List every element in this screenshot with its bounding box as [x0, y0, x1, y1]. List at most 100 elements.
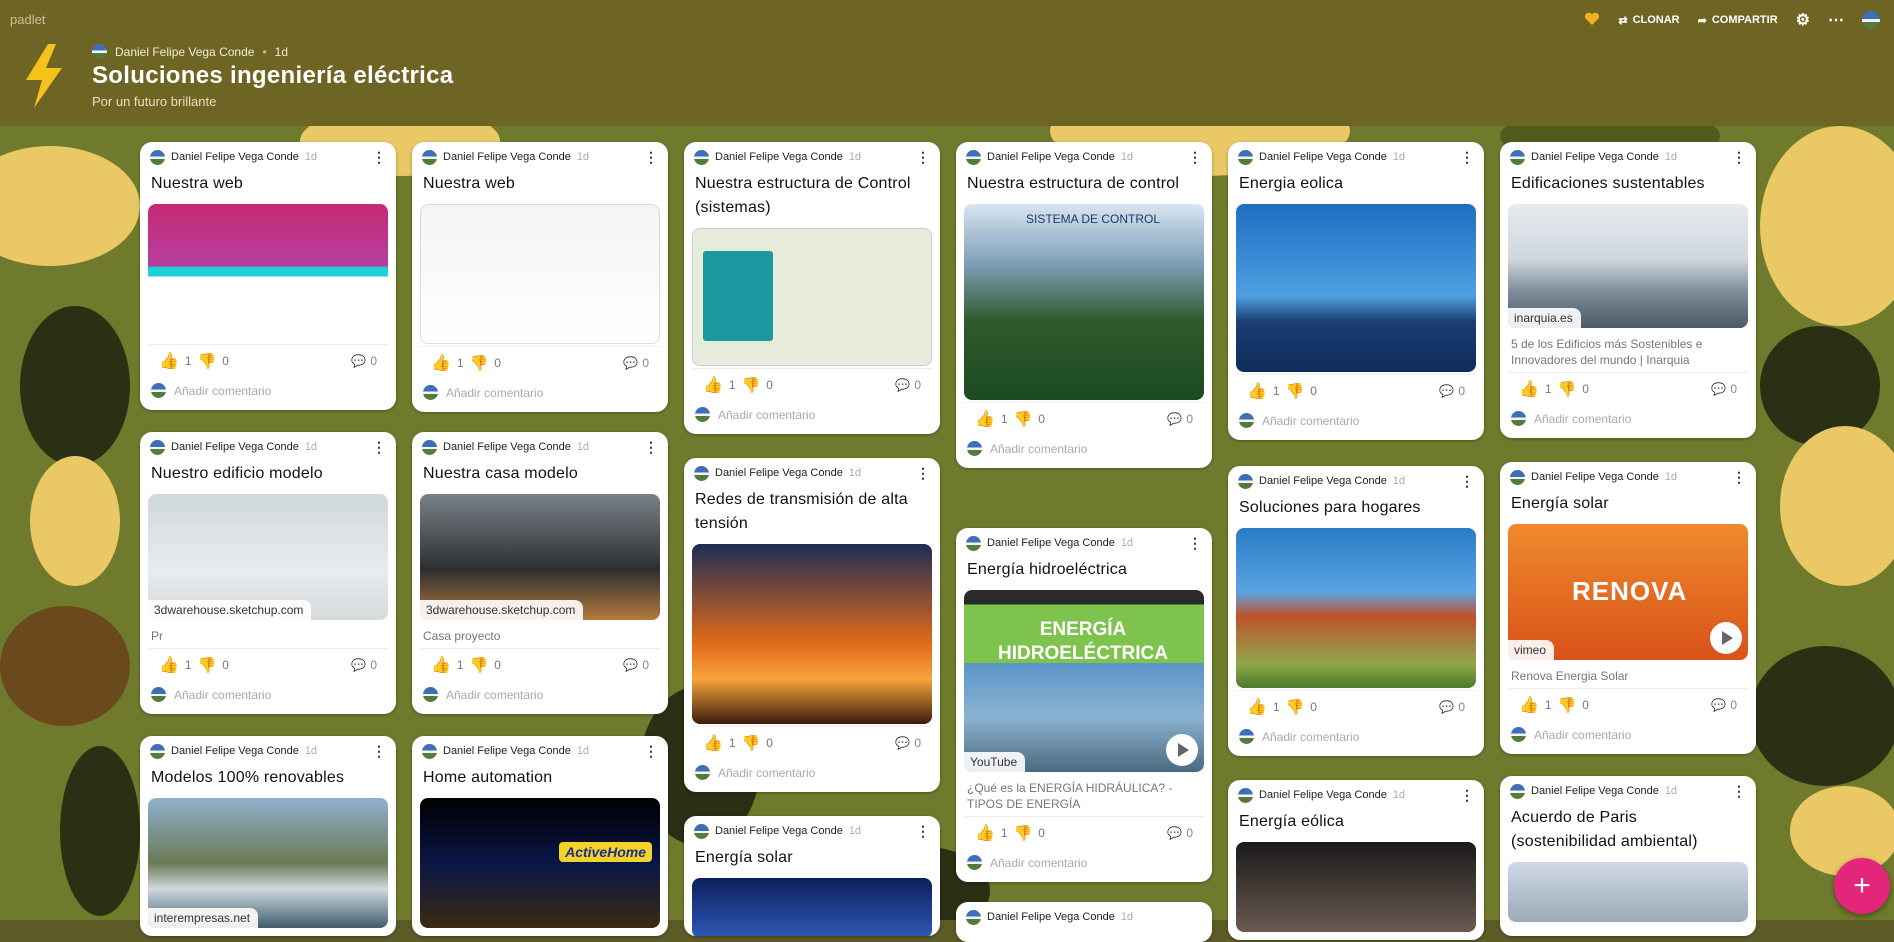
post-card[interactable]: Daniel Felipe Vega Conde 1d ⋮ Energía so… [684, 816, 940, 936]
post-image[interactable]: SISTEMA DE CONTROL [964, 204, 1204, 400]
thumbs-up-icon[interactable]: 👍 [1519, 695, 1539, 715]
play-icon[interactable] [1166, 734, 1198, 766]
play-icon[interactable] [1710, 622, 1742, 654]
post-card[interactable]: Daniel Felipe Vega Conde 1d ⋮ Energía hi… [956, 528, 1212, 882]
post-image[interactable] [1236, 204, 1476, 372]
post-menu-icon[interactable]: ⋮ [644, 439, 658, 456]
post-card[interactable]: Daniel Felipe Vega Conde 1d ⋮ Redes de t… [684, 458, 940, 792]
thumbs-down-icon[interactable]: 👎 [1014, 824, 1033, 842]
post-card[interactable]: Daniel Felipe Vega Conde 1d ⋮ Energía eó… [1228, 780, 1484, 940]
thumbs-up-icon[interactable]: 👍 [703, 733, 723, 753]
share-button[interactable]: ➦ COMPARTIR [1698, 14, 1778, 27]
add-comment-row[interactable]: Añadir comentario [684, 401, 940, 434]
thumbs-up-icon[interactable]: 👍 [159, 351, 179, 371]
post-menu-icon[interactable]: ⋮ [1460, 149, 1474, 166]
add-comment-row[interactable]: Añadir comentario [1500, 721, 1756, 754]
post-image[interactable]: ENERGÍA HIDROELÉCTRICA YouTube [964, 590, 1204, 772]
thumbs-up-icon[interactable]: 👍 [1247, 697, 1267, 717]
post-menu-icon[interactable]: ⋮ [372, 149, 386, 166]
thumbs-down-icon[interactable]: 👎 [470, 354, 489, 372]
thumbs-up-icon[interactable]: 👍 [975, 409, 995, 429]
post-card[interactable]: Daniel Felipe Vega Conde 1d ⋮ Acuerdo de… [1500, 776, 1756, 936]
post-image[interactable]: 3dwarehouse.sketchup.com [420, 494, 660, 620]
post-menu-icon[interactable]: ⋮ [372, 439, 386, 456]
thumbs-down-icon[interactable]: 👎 [1558, 696, 1577, 714]
post-image[interactable]: RENOVA vimeo [1508, 524, 1748, 660]
post-menu-icon[interactable]: ⋮ [1732, 783, 1746, 800]
post-image[interactable] [1236, 842, 1476, 932]
post-card[interactable]: Daniel Felipe Vega Conde 1d ⋮ Nuestro ed… [140, 432, 396, 714]
post-image[interactable] [420, 204, 660, 344]
post-menu-icon[interactable]: ⋮ [1732, 149, 1746, 166]
add-comment-row[interactable]: Añadir comentario [684, 759, 940, 792]
settings-icon[interactable]: ⚙ [1796, 10, 1810, 30]
thumbs-up-icon[interactable]: 👍 [703, 375, 723, 395]
post-time: 1d [1120, 537, 1134, 549]
app-logo[interactable]: padlet [10, 12, 45, 27]
post-image[interactable] [692, 878, 932, 936]
post-card[interactable]: Daniel Felipe Vega Conde 1d ⋮ Edificacio… [1500, 142, 1756, 438]
post-menu-icon[interactable]: ⋮ [916, 823, 930, 840]
add-comment-row[interactable]: Añadir comentario [412, 681, 668, 714]
post-card[interactable]: Daniel Felipe Vega Conde 1d ⋮ Home autom… [412, 736, 668, 936]
thumbs-down-icon[interactable]: 👎 [1014, 410, 1033, 428]
post-card[interactable]: Daniel Felipe Vega Conde 1d ⋮ Nuestra we… [140, 142, 396, 410]
thumbs-up-icon[interactable]: 👍 [431, 655, 451, 675]
post-menu-icon[interactable]: ⋮ [644, 743, 658, 760]
more-icon[interactable]: ⋯ [1828, 10, 1844, 30]
post-image[interactable] [692, 228, 932, 366]
post-card[interactable]: Daniel Felipe Vega Conde 1d ⋮ Energía so… [1500, 462, 1756, 754]
post-image[interactable]: ActiveHome [420, 798, 660, 928]
post-menu-icon[interactable]: ⋮ [372, 743, 386, 760]
thumbs-down-icon[interactable]: 👎 [1286, 698, 1305, 716]
thumbs-up-icon[interactable]: 👍 [159, 655, 179, 675]
thumbs-up-icon[interactable]: 👍 [1247, 381, 1267, 401]
post-card[interactable]: Daniel Felipe Vega Conde 1d ⋮ Modelos 10… [140, 736, 396, 936]
add-comment-row[interactable]: Añadir comentario [1500, 405, 1756, 438]
post-card[interactable]: Daniel Felipe Vega Conde 1d ⋮ Soluciones… [1228, 466, 1484, 756]
post-menu-icon[interactable]: ⋮ [644, 149, 658, 166]
post-menu-icon[interactable]: ⋮ [916, 149, 930, 166]
add-comment-row[interactable]: Añadir comentario [956, 435, 1212, 468]
thumbs-down-icon[interactable]: 👎 [198, 352, 217, 370]
post-image[interactable] [1236, 528, 1476, 688]
post-card[interactable]: Daniel Felipe Vega Conde 1d ⋮ Nuestra ca… [412, 432, 668, 714]
post-card[interactable]: Daniel Felipe Vega Conde 1d ⋮ Nuestra es… [956, 142, 1212, 468]
thumbs-down-icon[interactable]: 👎 [470, 656, 489, 674]
post-menu-icon[interactable]: ⋮ [1732, 469, 1746, 486]
post-card[interactable]: Daniel Felipe Vega Conde 1d ⋮ Energia eo… [1228, 142, 1484, 440]
thumbs-down-icon[interactable]: 👎 [198, 656, 217, 674]
add-comment-row[interactable]: Añadir comentario [412, 379, 668, 412]
thumbs-up-icon[interactable]: 👍 [431, 353, 451, 373]
add-comment-row[interactable]: Añadir comentario [956, 849, 1212, 882]
post-card[interactable]: Daniel Felipe Vega Conde 1d ⋮ Nuestra we… [412, 142, 668, 412]
post-menu-icon[interactable]: ⋮ [916, 465, 930, 482]
post-menu-icon[interactable]: ⋮ [1460, 787, 1474, 804]
add-comment-row[interactable]: Añadir comentario [1228, 723, 1484, 756]
post-menu-icon[interactable]: ⋮ [1460, 473, 1474, 490]
post-image[interactable]: inarquia.es [1508, 204, 1748, 328]
add-comment-row[interactable]: Añadir comentario [140, 377, 396, 410]
thumbs-down-icon[interactable]: 👎 [742, 376, 761, 394]
thumbs-down-icon[interactable]: 👎 [1286, 382, 1305, 400]
post-image[interactable]: interempresas.net [148, 798, 388, 928]
post-image[interactable] [1508, 862, 1748, 922]
post-image[interactable] [148, 204, 388, 342]
comment-count-value: 0 [1186, 412, 1193, 426]
add-comment-row[interactable]: Añadir comentario [1228, 407, 1484, 440]
add-comment-row[interactable]: Añadir comentario [140, 681, 396, 714]
user-avatar[interactable] [1862, 11, 1880, 29]
clone-button[interactable]: ⇄ CLONAR [1618, 14, 1679, 27]
thumbs-down-icon[interactable]: 👎 [1558, 380, 1577, 398]
post-card[interactable]: Daniel Felipe Vega Conde 1d ⋮ Nuestra es… [684, 142, 940, 434]
add-post-button[interactable]: + [1834, 858, 1890, 914]
post-image[interactable]: 3dwarehouse.sketchup.com [148, 494, 388, 620]
post-menu-icon[interactable]: ⋮ [1188, 149, 1202, 166]
thumbs-up-icon[interactable]: 👍 [1519, 379, 1539, 399]
post-menu-icon[interactable]: ⋮ [1188, 535, 1202, 552]
heart-icon[interactable] [1584, 12, 1600, 29]
post-card[interactable]: Daniel Felipe Vega Conde 1d [956, 902, 1212, 942]
post-image[interactable] [692, 544, 932, 724]
thumbs-down-icon[interactable]: 👎 [742, 734, 761, 752]
thumbs-up-icon[interactable]: 👍 [975, 823, 995, 843]
